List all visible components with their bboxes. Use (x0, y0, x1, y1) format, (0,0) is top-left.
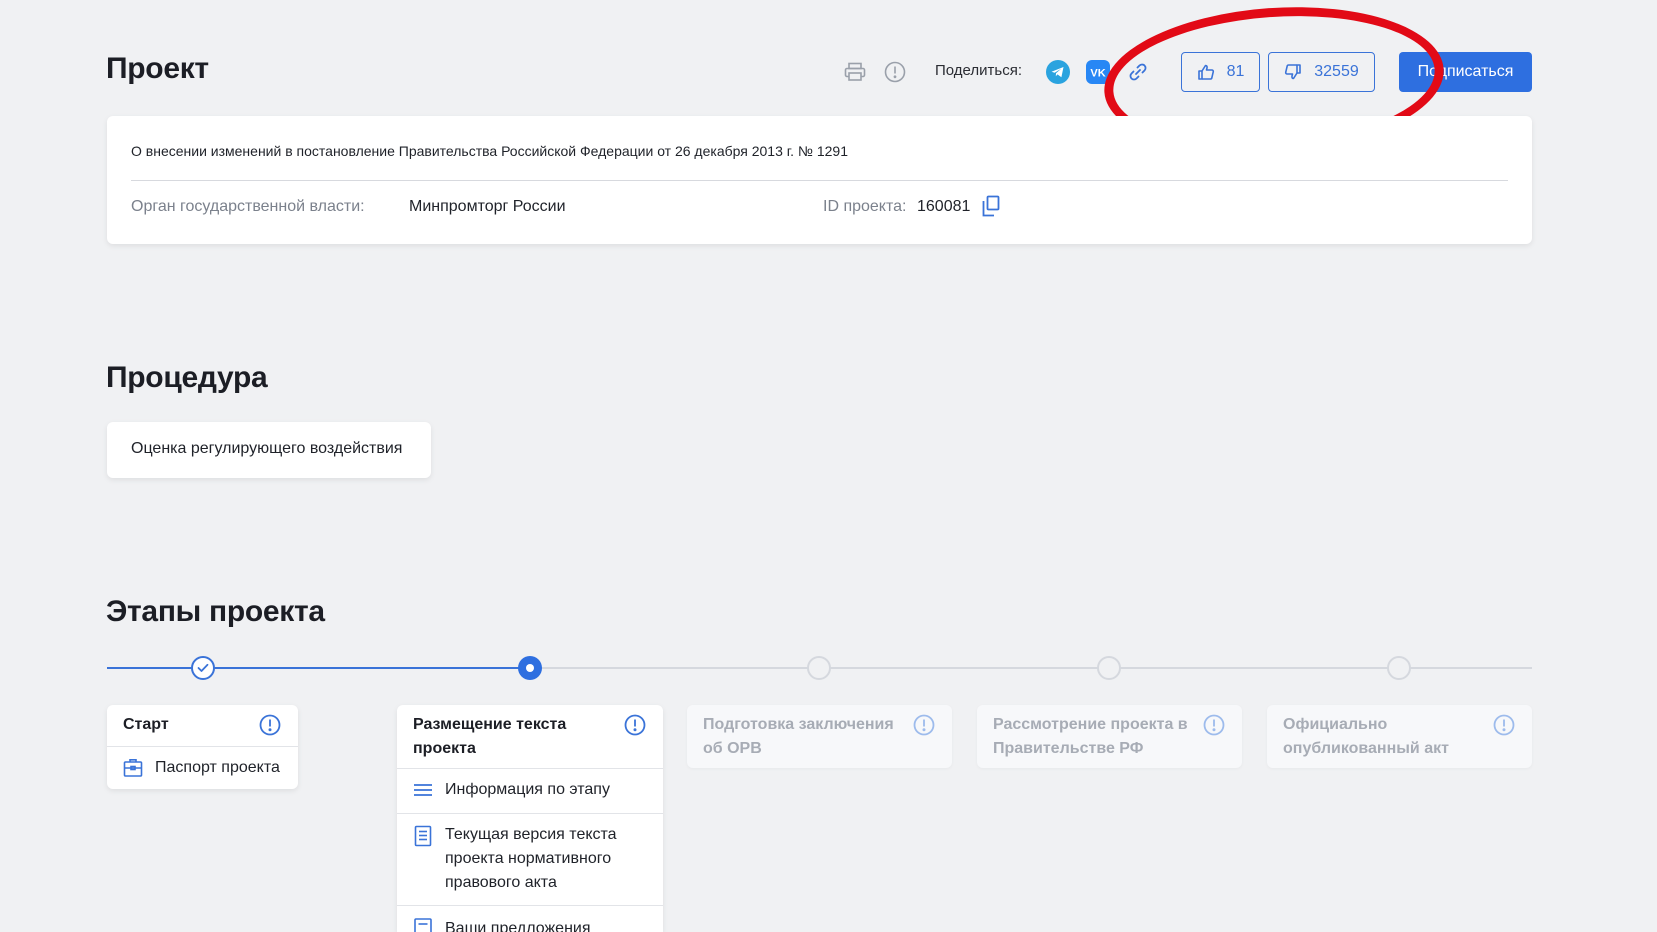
procedure-value: Оценка регулирующего воздействия (131, 440, 403, 457)
stage-node-pending (1097, 656, 1121, 680)
document-icon (414, 918, 432, 932)
info-icon[interactable] (883, 60, 907, 84)
info-icon[interactable] (1203, 714, 1225, 741)
stage-card-government-review: Рассмотрение проекта в Правительстве РФ (977, 705, 1242, 768)
share-label: Поделиться: (935, 62, 1022, 79)
divider (107, 746, 298, 747)
stages-track-pending (530, 667, 1532, 669)
stage-node-pending (1387, 656, 1411, 680)
procedure-card: Оценка регулирующего воздействия (107, 422, 431, 478)
stage-title: Старт (123, 716, 169, 733)
stage-node-pending (807, 656, 831, 680)
divider (397, 905, 663, 906)
print-icon[interactable] (843, 60, 867, 84)
info-icon[interactable] (259, 714, 281, 741)
stages-track-done (107, 667, 530, 669)
stage-node-done (191, 656, 215, 680)
stage-card-start: Старт Паспорт проекта (107, 705, 298, 789)
stage-link-label: Ваши предложения (445, 920, 591, 932)
project-card: О внесении изменений в постановление Пра… (107, 116, 1532, 244)
authority-label: Орган государственной власти: (131, 198, 365, 215)
project-id-label: ID проекта: (823, 198, 907, 215)
stage-card-conclusion: Подготовка заключения об ОРВ (687, 705, 952, 768)
project-description: О внесении изменений в постановление Пра… (131, 143, 848, 159)
info-icon[interactable] (1493, 714, 1515, 741)
stage-link-proposals[interactable]: Ваши предложения (413, 917, 591, 932)
stage-card-publication: Размещение текста проекта Информация по … (397, 705, 663, 932)
passport-icon (123, 759, 143, 777)
stages-title: Этапы проекта (106, 595, 325, 628)
stage-title: Размещение текста проекта (413, 716, 567, 757)
stage-link-label: Текущая версия текста проекта нормативно… (445, 826, 617, 891)
divider (397, 813, 663, 814)
stage-title: Подготовка заключения об ОРВ (703, 716, 894, 757)
stage-link-passport[interactable]: Паспорт проекта (123, 756, 280, 780)
stage-link-label: Информация по этапу (445, 781, 610, 798)
stage-title: Официально опубликованный акт (1283, 716, 1449, 757)
divider (397, 768, 663, 769)
telegram-icon[interactable] (1046, 60, 1070, 84)
svg-text:VK: VK (1090, 68, 1105, 80)
authority-value: Минпромторг России (409, 198, 566, 215)
stage-link-label: Паспорт проекта (155, 759, 280, 776)
copy-icon[interactable] (982, 195, 1000, 222)
stage-title: Рассмотрение проекта в Правительстве РФ (993, 716, 1188, 757)
divider (131, 180, 1508, 181)
check-icon (197, 663, 209, 672)
project-id-value: 160081 (917, 198, 971, 215)
stage-node-current (518, 656, 542, 680)
list-icon (414, 784, 432, 796)
document-icon (414, 825, 432, 847)
info-icon[interactable] (913, 714, 935, 741)
procedure-title: Процедура (106, 361, 268, 394)
stage-link-current-text[interactable]: Текущая версия текста проекта нормативно… (413, 823, 645, 895)
stage-link-info[interactable]: Информация по этапу (413, 778, 610, 802)
info-icon[interactable] (624, 714, 646, 741)
stage-card-published-act: Официально опубликованный акт (1267, 705, 1532, 768)
page-title: Проект (106, 52, 209, 85)
